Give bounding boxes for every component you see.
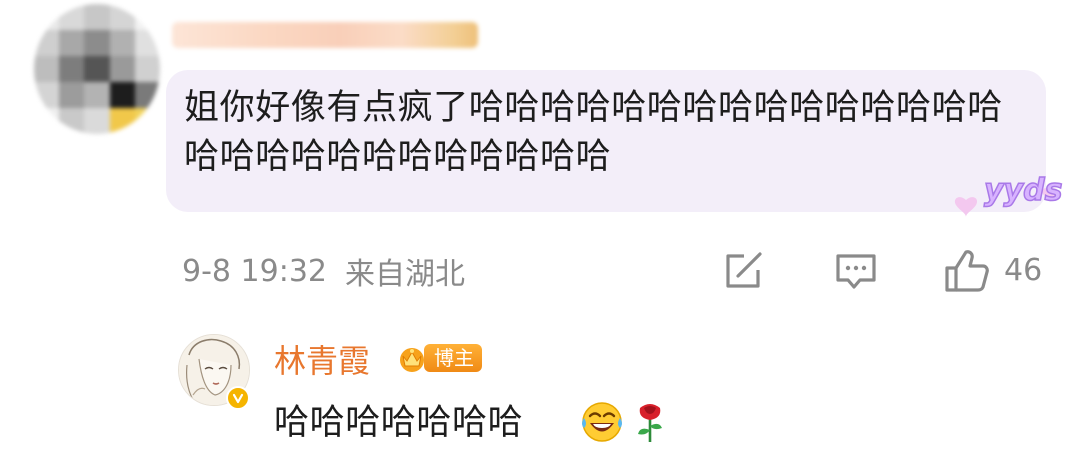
comment-thread: 姐你好像有点疯了哈哈哈哈哈哈哈哈哈哈哈哈哈哈哈哈哈哈哈哈哈哈哈哈哈哈哈 yyds… bbox=[0, 0, 1080, 475]
like-count: 46 bbox=[1004, 253, 1043, 288]
comment-meta: 9-8 19:32 来自湖北 bbox=[182, 250, 465, 293]
comment-icon[interactable] bbox=[834, 250, 878, 292]
blogger-name[interactable]: 林青霞 bbox=[274, 340, 370, 382]
yyds-sticker-icon: yyds bbox=[954, 172, 1063, 217]
commenter-name-redacted[interactable] bbox=[172, 22, 478, 48]
host-badge: 博主 bbox=[396, 340, 482, 376]
comment-bubble[interactable]: 姐你好像有点疯了哈哈哈哈哈哈哈哈哈哈哈哈哈哈哈哈哈哈哈哈哈哈哈哈哈哈哈 bbox=[166, 70, 1046, 212]
share-edit-icon[interactable] bbox=[722, 250, 766, 292]
laugh-cry-emoji-icon bbox=[582, 402, 622, 442]
crown-icon bbox=[400, 348, 424, 372]
comment-text: 姐你好像有点疯了哈哈哈哈哈哈哈哈哈哈哈哈哈哈哈哈哈哈哈哈哈哈哈哈哈哈哈 bbox=[184, 88, 1003, 177]
verified-badge-icon bbox=[226, 386, 250, 410]
like-thumb-icon[interactable] bbox=[942, 248, 990, 294]
rose-emoji-icon bbox=[638, 404, 662, 442]
comment-location: 来自湖北 bbox=[345, 257, 465, 292]
comment-time: 9-8 19:32 bbox=[182, 253, 327, 289]
commenter-avatar[interactable] bbox=[34, 4, 160, 134]
yyds-text: yyds bbox=[984, 173, 1062, 208]
host-badge-label: 博主 bbox=[424, 344, 482, 372]
reply-text: 哈哈哈哈哈哈哈 bbox=[274, 403, 524, 443]
